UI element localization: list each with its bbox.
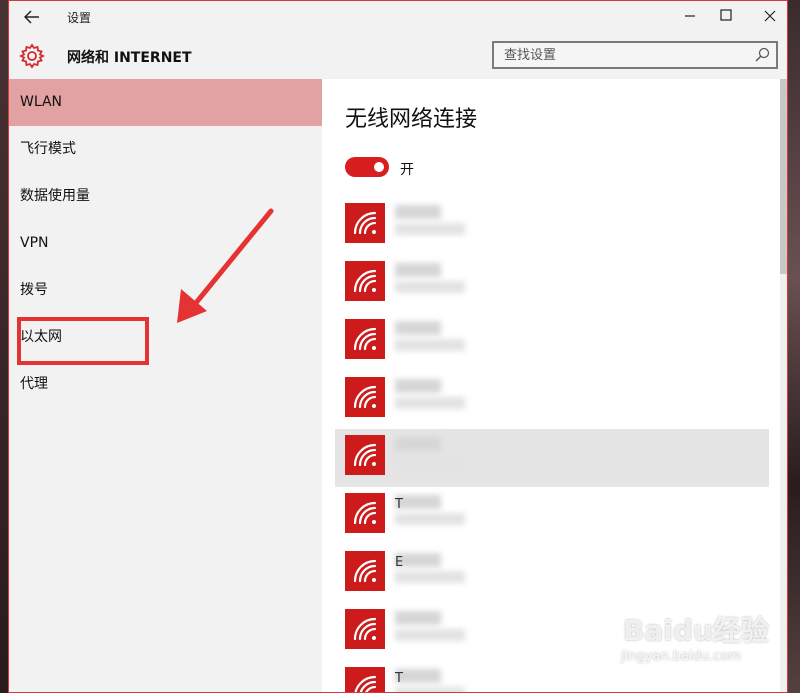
wifi-icon-tile — [345, 377, 385, 417]
watermark-main: Baidu经验 — [623, 614, 769, 647]
close-icon — [764, 10, 776, 22]
wifi-icon-tile — [345, 435, 385, 475]
wifi-icon-tile — [345, 203, 385, 243]
content-pane: 无线网络连接 开 T E T — [322, 79, 780, 692]
toggle-label: 开 — [400, 162, 414, 178]
network-item[interactable]: T — [335, 487, 769, 545]
wifi-icon-tile — [345, 493, 385, 533]
close-button[interactable] — [755, 5, 785, 29]
obscured-network-name — [395, 205, 441, 219]
scrollbar[interactable] — [780, 79, 787, 692]
arrow-left-icon — [23, 10, 39, 24]
baidu-watermark: Baidu经验 jingyan.baidu.com — [621, 607, 787, 679]
wifi-icon — [353, 327, 377, 351]
wifi-icon-tile — [345, 667, 385, 692]
network-name: E — [395, 555, 404, 570]
wifi-toggle[interactable] — [345, 157, 389, 177]
annotation-arrow — [177, 208, 274, 323]
wifi-icon-tile — [345, 551, 385, 591]
desktop-background-right — [788, 0, 800, 693]
wifi-icon — [353, 385, 377, 409]
obscured-network-status — [395, 629, 465, 641]
wifi-icon — [354, 675, 377, 692]
obscured-network-name — [395, 263, 441, 277]
obscured-network-status — [395, 339, 465, 351]
window-title: 设置 — [67, 11, 92, 25]
network-item[interactable] — [335, 371, 769, 429]
sidebar-item-wlan[interactable]: WLAN — [9, 79, 322, 126]
network-item[interactable]: E — [335, 545, 769, 603]
watermark-sub: jingyan.baidu.com — [621, 649, 741, 664]
sidebar-item-airplane-mode[interactable]: 飞行模式 — [9, 126, 322, 173]
obscured-network-status — [395, 223, 465, 235]
network-name: T — [395, 671, 403, 686]
settings-header: 网络和 INTERNET — [9, 33, 787, 79]
sidebar-item-proxy[interactable]: 代理 — [9, 361, 322, 408]
wifi-icon — [353, 617, 377, 641]
search-input[interactable] — [502, 47, 746, 64]
scrollbar-thumb[interactable] — [780, 79, 787, 274]
wifi-icon — [353, 559, 377, 583]
network-item[interactable] — [335, 255, 769, 313]
obscured-network-name — [395, 437, 441, 451]
desktop-background-left — [0, 0, 8, 693]
search-icon[interactable] — [754, 47, 770, 63]
obscured-network-name — [395, 379, 441, 393]
maximize-icon — [720, 9, 732, 21]
minimize-icon — [685, 15, 695, 17]
obscured-network-status — [395, 571, 465, 583]
toggle-knob — [374, 162, 384, 172]
search-box[interactable] — [492, 41, 778, 69]
network-item[interactable] — [335, 197, 769, 255]
obscured-network-status — [395, 397, 465, 409]
wifi-icon — [353, 269, 377, 293]
page-title: 无线网络连接 — [345, 107, 478, 132]
settings-window: 设置 网络和 INTERNET WLAN 飞行模式 数据 — [8, 0, 788, 693]
wifi-icon-tile — [345, 609, 385, 649]
obscured-network-status — [395, 513, 465, 525]
wifi-icon — [353, 211, 377, 235]
network-item[interactable] — [335, 429, 769, 487]
wifi-icon — [353, 443, 377, 467]
annotation-highlight-box — [17, 317, 149, 365]
wifi-icon-tile — [345, 261, 385, 301]
sidebar: WLAN 飞行模式 数据使用量 VPN 拨号 以太网 代理 — [9, 79, 322, 692]
gear-icon — [19, 43, 45, 69]
wifi-icon-tile — [345, 319, 385, 359]
network-name: T — [395, 497, 403, 512]
obscured-network-status — [395, 687, 465, 692]
back-button[interactable] — [19, 5, 45, 29]
obscured-network-name — [395, 611, 441, 625]
wifi-icon — [353, 501, 377, 525]
obscured-network-name — [395, 321, 441, 335]
network-item[interactable] — [335, 313, 769, 371]
obscured-network-status — [395, 281, 465, 293]
minimize-button[interactable] — [675, 5, 705, 29]
title-bar: 设置 — [9, 1, 787, 33]
maximize-button[interactable] — [711, 5, 741, 29]
section-title: 网络和 INTERNET — [67, 50, 192, 66]
obscured-network-status — [395, 455, 465, 467]
